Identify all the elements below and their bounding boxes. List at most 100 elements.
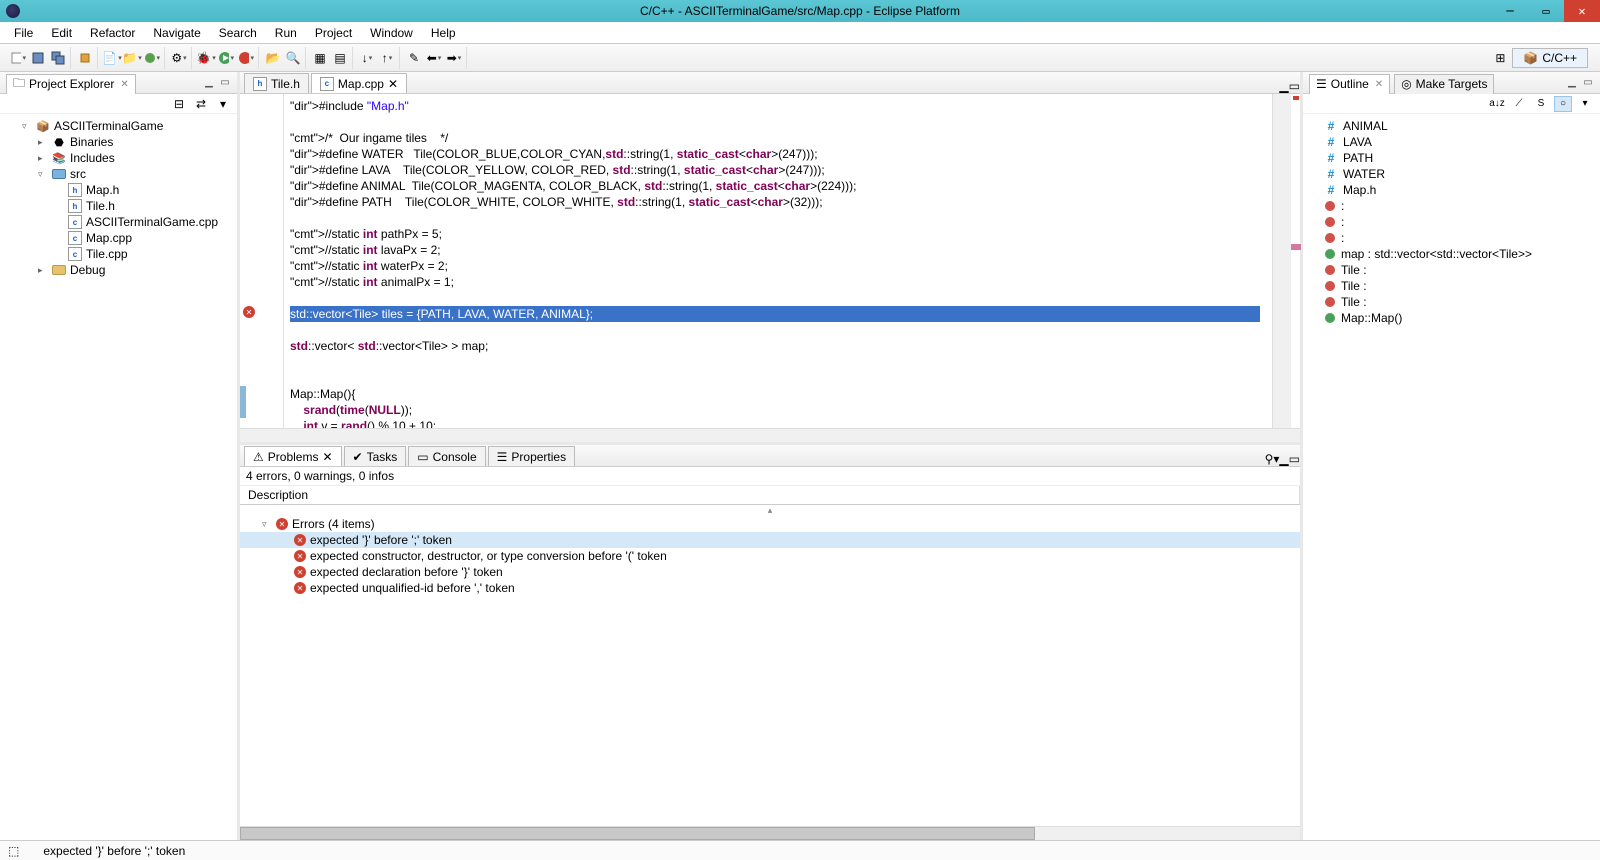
outline-item[interactable]: : bbox=[1303, 214, 1600, 230]
project-explorer-tab[interactable]: 🗀 Project Explorer ✕ bbox=[6, 74, 136, 94]
code-line[interactable] bbox=[290, 322, 1266, 338]
problem-row[interactable]: ✕ expected declaration before '}' token bbox=[240, 564, 1300, 580]
back-icon[interactable]: ⬅ bbox=[426, 50, 442, 66]
open-type-icon[interactable]: 📂 bbox=[265, 50, 281, 66]
outline-item[interactable]: : bbox=[1303, 230, 1600, 246]
make-targets-tab[interactable]: ◎ Make Targets bbox=[1394, 74, 1494, 94]
outline-item[interactable]: Tile : bbox=[1303, 278, 1600, 294]
close-icon[interactable]: ✕ bbox=[120, 79, 128, 90]
build-target-icon[interactable]: ⚙ bbox=[171, 50, 187, 66]
code-line[interactable]: std::vector< std::vector<Tile> > map; bbox=[290, 338, 1266, 354]
close-icon[interactable]: ✕ bbox=[1375, 79, 1383, 90]
outline-tab[interactable]: ☰ Outline ✕ bbox=[1309, 74, 1390, 94]
editor-tab-tile-h[interactable]: h Tile.h bbox=[244, 73, 309, 93]
vertical-scrollbar[interactable] bbox=[1272, 94, 1290, 428]
outline-item[interactable]: Tile : bbox=[1303, 262, 1600, 278]
save-icon[interactable] bbox=[30, 50, 46, 66]
maximize-view-icon[interactable]: ▭ bbox=[1289, 79, 1300, 93]
menu-help[interactable]: Help bbox=[423, 24, 464, 42]
run-icon[interactable] bbox=[218, 50, 234, 66]
editor-tab-map-cpp[interactable]: c Map.cpp ✕ bbox=[311, 73, 407, 93]
view-menu-icon[interactable]: ▾ bbox=[1576, 96, 1594, 112]
view-menu-icon[interactable]: ▾ bbox=[215, 96, 231, 112]
save-all-icon[interactable] bbox=[50, 50, 66, 66]
hide-non-public-icon[interactable]: ○ bbox=[1554, 96, 1572, 112]
overview-ruler[interactable] bbox=[1290, 94, 1300, 428]
tab-console[interactable]: ▭ Console bbox=[408, 446, 485, 466]
tree-file[interactable]: c Tile.cpp bbox=[0, 246, 237, 262]
overview-error-icon[interactable] bbox=[1293, 96, 1299, 100]
new-folder-icon[interactable]: 📁 bbox=[124, 50, 140, 66]
tree-src[interactable]: ▿ src bbox=[0, 166, 237, 182]
new-project-icon[interactable]: 📄 bbox=[104, 50, 120, 66]
problem-row[interactable]: ✕ expected '}' before ';' token bbox=[240, 532, 1300, 548]
hide-static-icon[interactable]: S bbox=[1532, 96, 1550, 112]
maximize-view-icon[interactable]: ▭ bbox=[1582, 77, 1594, 89]
outline-item[interactable]: Map::Map() bbox=[1303, 310, 1600, 326]
prev-annotation-icon[interactable]: ↑ bbox=[379, 50, 395, 66]
tab-tasks[interactable]: ✔ Tasks bbox=[344, 446, 407, 466]
maximize-button[interactable]: ▭ bbox=[1528, 0, 1564, 22]
scrollbar-thumb[interactable] bbox=[240, 827, 1035, 840]
code-line[interactable] bbox=[290, 114, 1266, 130]
debug-icon[interactable]: 🐞 bbox=[198, 50, 214, 66]
code-line[interactable] bbox=[290, 290, 1266, 306]
column-resize-handle[interactable]: ▴ bbox=[240, 505, 1300, 516]
hide-fields-icon[interactable]: ⟋ bbox=[1510, 96, 1528, 112]
error-marker-icon[interactable]: ✕ bbox=[243, 306, 255, 318]
code-line[interactable]: "dir">#include "Map.h" bbox=[290, 98, 1266, 114]
problem-row[interactable]: ✕ expected constructor, destructor, or t… bbox=[240, 548, 1300, 564]
expand-toggle-icon[interactable]: ▸ bbox=[38, 265, 48, 276]
code-editor[interactable]: "dir">#include "Map.h" "cmt">/* Our ingam… bbox=[284, 94, 1272, 428]
minimize-view-icon[interactable]: ▁ bbox=[1566, 77, 1578, 89]
problem-row[interactable]: ✕ expected unqualified-id before ',' tok… bbox=[240, 580, 1300, 596]
outline-item[interactable]: map : std::vector<std::vector<Tile>> bbox=[1303, 246, 1600, 262]
code-line[interactable] bbox=[290, 370, 1266, 386]
horizontal-scrollbar[interactable] bbox=[240, 826, 1300, 840]
toggle-mark-icon[interactable]: ▦ bbox=[312, 50, 328, 66]
search-icon[interactable]: 🔍 bbox=[285, 50, 301, 66]
code-line[interactable]: "dir">#define PATH Tile(COLOR_WHITE, COL… bbox=[290, 194, 1266, 210]
close-button[interactable]: ✕ bbox=[1564, 0, 1600, 22]
minimize-view-icon[interactable]: ▁ bbox=[203, 77, 215, 89]
sort-icon[interactable]: a↓z bbox=[1488, 96, 1506, 112]
code-line[interactable]: "dir">#define WATER Tile(COLOR_BLUE,COLO… bbox=[290, 146, 1266, 162]
menu-edit[interactable]: Edit bbox=[43, 24, 80, 42]
code-line[interactable]: "cmt">//static int lavaPx = 2; bbox=[290, 242, 1266, 258]
menu-run[interactable]: Run bbox=[267, 24, 305, 42]
collapse-all-icon[interactable]: ⊟ bbox=[171, 96, 187, 112]
tree-file[interactable]: c Map.cpp bbox=[0, 230, 237, 246]
link-editor-icon[interactable]: ⇄ bbox=[193, 96, 209, 112]
minimize-view-icon[interactable]: ▁ bbox=[1279, 452, 1288, 466]
expand-toggle-icon[interactable]: ▸ bbox=[38, 137, 48, 148]
tab-problems[interactable]: ⚠ Problems ✕ bbox=[244, 446, 342, 466]
outline-item[interactable]: : bbox=[1303, 198, 1600, 214]
code-line[interactable]: std::vector<Tile> tiles = {PATH, LAVA, W… bbox=[290, 306, 1266, 322]
col-description[interactable]: Description bbox=[240, 486, 1300, 504]
minimize-button[interactable]: ─ bbox=[1492, 0, 1528, 22]
outline-item[interactable]: #WATER bbox=[1303, 166, 1600, 182]
perspective-button[interactable]: 📦 C/C++ bbox=[1512, 48, 1588, 68]
build-icon[interactable] bbox=[77, 50, 93, 66]
tree-file[interactable]: c ASCIITerminalGame.cpp bbox=[0, 214, 237, 230]
menu-file[interactable]: File bbox=[6, 24, 41, 42]
code-line[interactable]: "dir">#define LAVA Tile(COLOR_YELLOW, CO… bbox=[290, 162, 1266, 178]
toggle-block-icon[interactable]: ▤ bbox=[332, 50, 348, 66]
expand-toggle-icon[interactable]: ▿ bbox=[22, 121, 32, 132]
code-line[interactable]: "cmt">//static int pathPx = 5; bbox=[290, 226, 1266, 242]
code-line[interactable]: "cmt">/* Our ingame tiles */ bbox=[290, 130, 1266, 146]
filter-icon[interactable]: ⚲ bbox=[1265, 452, 1274, 466]
tree-includes[interactable]: ▸ 📚 Includes bbox=[0, 150, 237, 166]
tree-debug[interactable]: ▸ Debug bbox=[0, 262, 237, 278]
code-line[interactable]: int v = rand() % 10 + 10; bbox=[290, 418, 1266, 428]
maximize-view-icon[interactable]: ▭ bbox=[219, 77, 231, 89]
expand-toggle-icon[interactable]: ▿ bbox=[262, 519, 272, 530]
forward-icon[interactable]: ➡ bbox=[446, 50, 462, 66]
outline-item[interactable]: #Map.h bbox=[1303, 182, 1600, 198]
minimize-view-icon[interactable]: ▁ bbox=[1279, 79, 1288, 93]
editor-gutter[interactable]: ✕ bbox=[240, 94, 284, 428]
last-edit-icon[interactable]: ✎ bbox=[406, 50, 422, 66]
maximize-view-icon[interactable]: ▭ bbox=[1289, 452, 1300, 466]
outline-item[interactable]: Tile : bbox=[1303, 294, 1600, 310]
horizontal-scrollbar[interactable] bbox=[240, 428, 1300, 442]
